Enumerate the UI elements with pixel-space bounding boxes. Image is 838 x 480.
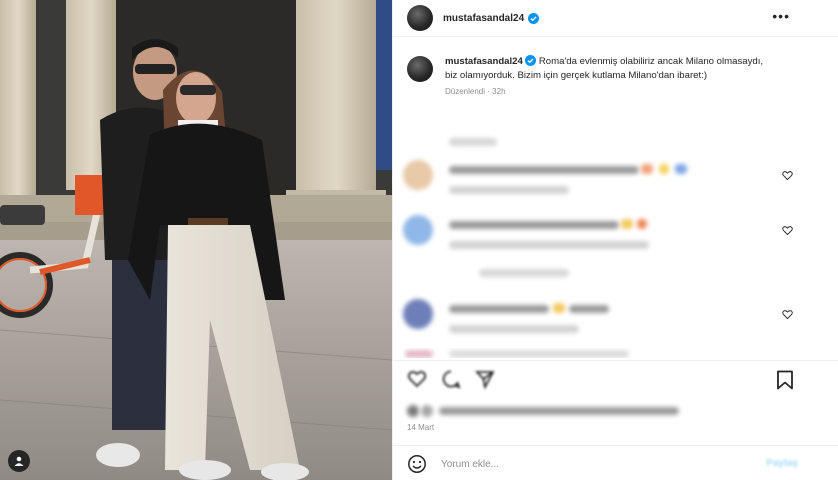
- comment-text-blurred: [449, 221, 619, 229]
- blurred-meta-line: [449, 138, 497, 146]
- comment-item: [403, 213, 803, 283]
- bookmark-icon[interactable]: [776, 370, 794, 390]
- comment-text-blurred: [449, 166, 639, 174]
- comment-meta-blurred: [449, 186, 569, 194]
- comment-item: [403, 158, 803, 198]
- comment-text-blurred: [449, 305, 549, 313]
- caption-text: mustafasandal24 Roma'da evlenmiş olabilir…: [445, 55, 775, 83]
- person-icon: [14, 456, 24, 466]
- emoji-icon[interactable]: [407, 454, 427, 474]
- view-replies-blurred[interactable]: [479, 269, 569, 277]
- comment-emoji-blurred: [553, 303, 565, 313]
- liker-avatar-blurred: [421, 405, 433, 417]
- comment-text-blurred: [449, 350, 629, 358]
- comment-icon[interactable]: [441, 369, 461, 389]
- post-age[interactable]: 32h: [492, 87, 505, 96]
- post-date[interactable]: 14 Mart: [407, 423, 434, 432]
- comment-box-divider: [393, 445, 838, 446]
- comment-input[interactable]: [441, 458, 741, 470]
- comment-emoji-blurred: [637, 219, 647, 229]
- comment-meta-blurred: [449, 325, 579, 333]
- comment-emoji-blurred: [621, 219, 633, 229]
- post-details-panel: mustafasandal24 ••• mustafasandal24 Roma'…: [392, 0, 838, 480]
- likes-summary[interactable]: [407, 402, 727, 417]
- likes-text-blurred: [439, 407, 679, 415]
- comment-avatar[interactable]: [405, 350, 433, 358]
- post-photo[interactable]: [0, 0, 392, 480]
- comment-meta-blurred: [449, 241, 649, 249]
- edited-label: Düzenlendi: [445, 87, 486, 96]
- comment-avatar[interactable]: [403, 215, 433, 245]
- caption-author-avatar[interactable]: [407, 56, 433, 82]
- liker-avatar-blurred: [407, 405, 419, 417]
- add-comment-bar: Paylaş: [393, 448, 838, 480]
- post-actions: [407, 369, 495, 389]
- meta-separator: ·: [487, 87, 490, 96]
- comment-avatar[interactable]: [403, 160, 433, 190]
- post-header: mustafasandal24 •••: [393, 0, 838, 36]
- comment-emoji-blurred: [659, 164, 669, 174]
- comments-divider: [393, 360, 838, 361]
- caption-meta: Düzenlendi · 32h: [445, 87, 775, 96]
- caption-body: mustafasandal24 Roma'da evlenmiş olabilir…: [445, 55, 775, 96]
- author-username[interactable]: mustafasandal24: [443, 13, 524, 24]
- comment-like-heart-icon[interactable]: [782, 225, 793, 236]
- comment-item: [403, 348, 803, 358]
- verified-badge-icon: [528, 12, 540, 24]
- comment-text-blurred: [569, 305, 609, 313]
- author-avatar[interactable]: [407, 5, 433, 31]
- post-comment-button[interactable]: Paylaş: [766, 458, 798, 469]
- comment-avatar[interactable]: [403, 299, 433, 329]
- comment-emoji-blurred: [641, 164, 653, 174]
- tagged-users-icon[interactable]: [8, 450, 30, 472]
- share-icon[interactable]: [475, 369, 495, 389]
- comment-item: [403, 297, 803, 337]
- caption-username[interactable]: mustafasandal24: [445, 56, 523, 67]
- comment-like-heart-icon[interactable]: [782, 309, 793, 320]
- verified-badge-icon: [524, 55, 536, 66]
- heart-icon[interactable]: [407, 369, 427, 389]
- comment-emoji-blurred: [675, 164, 687, 174]
- photo-scene: [0, 0, 392, 480]
- header-divider: [393, 36, 838, 37]
- post-caption: mustafasandal24 Roma'da evlenmiş olabilir…: [407, 55, 787, 96]
- comment-like-heart-icon[interactable]: [782, 170, 793, 181]
- more-options-icon[interactable]: •••: [772, 9, 790, 23]
